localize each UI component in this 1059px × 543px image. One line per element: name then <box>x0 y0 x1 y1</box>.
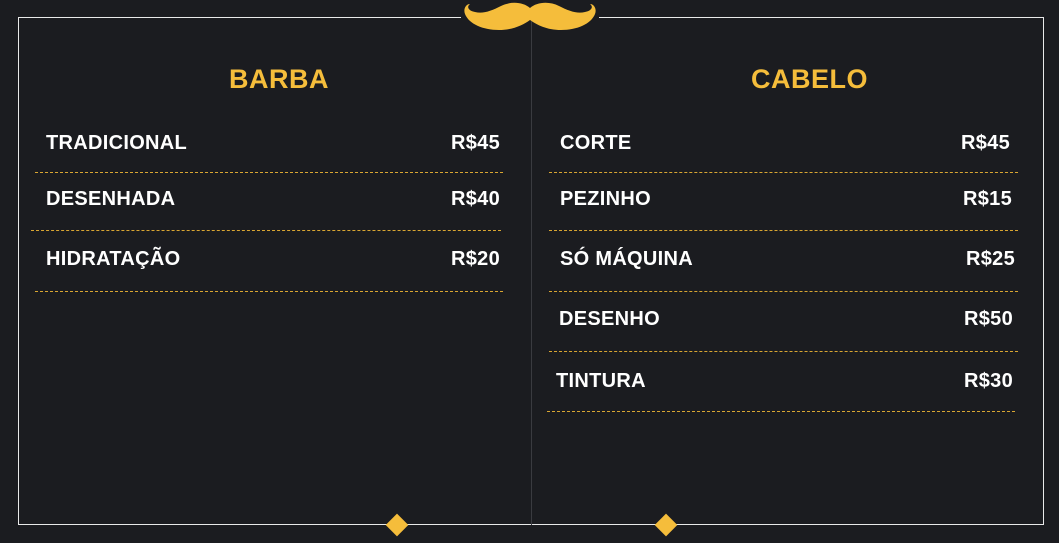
row-separator <box>549 291 1018 292</box>
cabelo-item-name: SÓ MÁQUINA <box>560 248 693 270</box>
barba-item-price: R$45 <box>451 132 501 154</box>
cabelo-item-price: R$15 <box>963 188 1013 210</box>
barba-item-name: DESENHADA <box>46 188 176 210</box>
row-separator <box>31 230 501 231</box>
mustache-icon <box>461 0 599 31</box>
row-separator <box>549 230 1018 231</box>
cabelo-item-price: R$50 <box>964 308 1014 330</box>
cabelo-title: CABELO <box>751 64 868 94</box>
column-divider <box>531 17 532 525</box>
row-separator <box>35 291 503 292</box>
cabelo-item-name: PEZINHO <box>560 188 651 210</box>
cabelo-item-price: R$30 <box>964 370 1014 392</box>
cabelo-item-name: DESENHO <box>559 308 661 330</box>
row-separator <box>549 351 1018 352</box>
price-board: BARBA TRADICIONAL R$45 DESENHADA R$40 HI… <box>0 0 1059 543</box>
cabelo-item-price: R$45 <box>961 132 1011 154</box>
barba-title: BARBA <box>229 64 329 94</box>
barba-item-name: HIDRATAÇÃO <box>46 248 181 270</box>
cabelo-item-price: R$25 <box>966 248 1016 270</box>
row-separator <box>549 172 1018 173</box>
barba-item-price: R$40 <box>451 188 501 210</box>
cabelo-item-name: TINTURA <box>556 370 646 392</box>
barba-item-price: R$20 <box>451 248 501 270</box>
barba-item-name: TRADICIONAL <box>46 132 188 154</box>
row-separator <box>547 411 1015 412</box>
row-separator <box>35 172 503 173</box>
cabelo-item-name: CORTE <box>560 132 632 154</box>
